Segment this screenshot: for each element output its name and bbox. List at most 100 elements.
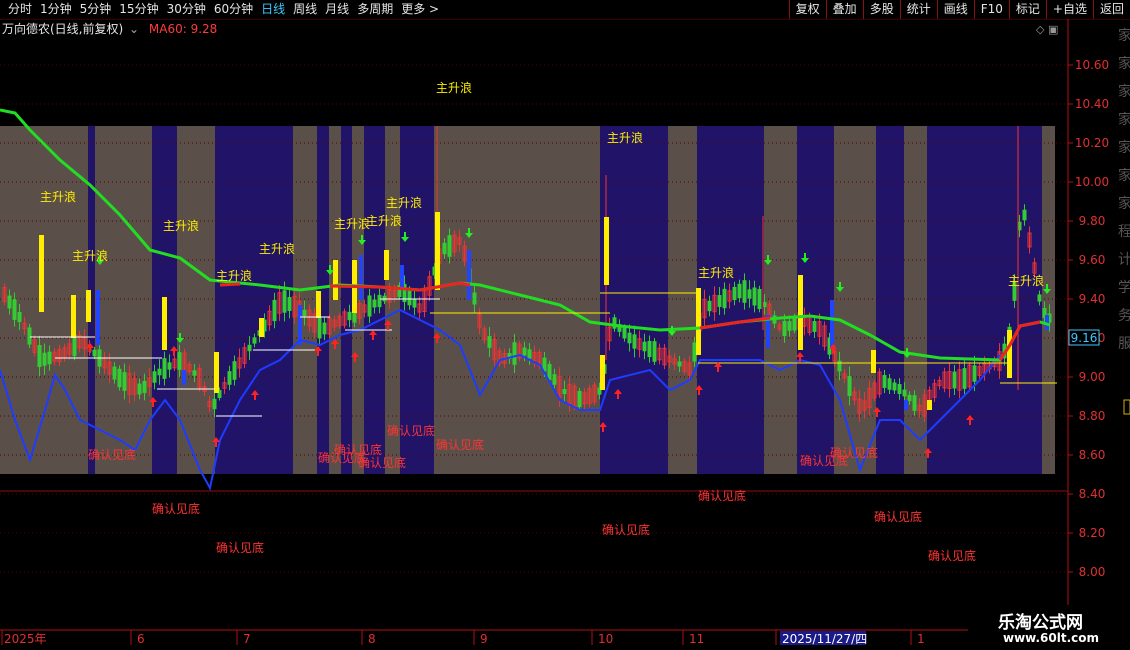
tab-period-1[interactable]: 1分钟 — [36, 1, 76, 19]
candle-body — [372, 299, 377, 308]
side-text-char: 家 — [1118, 111, 1130, 128]
candle-body — [192, 370, 197, 376]
tab-period-7[interactable]: 周线 — [289, 1, 321, 19]
candle-body — [717, 295, 722, 307]
candle-body — [897, 384, 902, 394]
wave-label: 主升浪 — [366, 213, 402, 228]
candle-body — [782, 320, 787, 337]
bottom-label: 确认见底 — [602, 522, 650, 537]
toolbar-button-0[interactable]: 复权 — [788, 0, 826, 19]
side-text-char: 家 — [1118, 55, 1130, 72]
bottom-label: 确认见底 — [698, 488, 746, 503]
date-label: 11 — [689, 632, 704, 646]
side-text-char: 学 — [1118, 280, 1130, 296]
toolbar-button-8[interactable]: 返回 — [1092, 0, 1130, 19]
blue-bar — [904, 400, 908, 410]
candle-body — [707, 300, 712, 312]
bottom-label: 确认见底 — [216, 540, 264, 555]
period-tabs: 分时 1分钟 5分钟 15分钟 30分钟 60分钟 日线 周线 月线 多周期 更多 > — [4, 1, 443, 19]
kline-chart[interactable]: 10.6010.4010.2010.009.809.609.409.209.00… — [0, 19, 1130, 650]
yellow-bar — [604, 217, 609, 285]
candle-body — [1037, 294, 1042, 302]
candle-body — [412, 298, 417, 308]
candle-body — [407, 290, 412, 306]
candle-body — [652, 341, 657, 362]
bottom-label: 确认见底 — [152, 501, 200, 516]
band-14 — [434, 126, 600, 474]
price-tick-label: 9.80 — [1079, 214, 1106, 228]
yellow-bar — [86, 290, 91, 322]
candle-body — [787, 321, 792, 331]
price-axis: 10.6010.4010.2010.009.809.609.409.209.00… — [1068, 58, 1109, 579]
yellow-bar — [927, 400, 932, 410]
candle-body — [847, 376, 852, 396]
candle-body — [747, 289, 752, 299]
date-label: 9 — [480, 632, 488, 646]
price-tick-label: 8.60 — [1079, 448, 1106, 462]
candle-body — [962, 368, 967, 389]
candle-body — [287, 297, 292, 311]
period-toolbar: 分时 1分钟 5分钟 15分钟 30分钟 60分钟 日线 周线 月线 多周期 更多 > 复权 叠加 多股… — [0, 0, 1130, 20]
candle-body — [907, 394, 912, 402]
wave-label: 主升浪 — [386, 195, 422, 210]
candle-body — [547, 363, 552, 381]
toolbar-button-4[interactable]: 画线 — [936, 0, 974, 19]
band-18 — [764, 126, 797, 474]
tab-period-3[interactable]: 15分钟 — [115, 1, 162, 19]
date-label: 1 — [917, 632, 925, 646]
date-label: 2025/11/27/四 — [782, 632, 867, 646]
candle-body — [892, 382, 897, 391]
candle-body — [302, 309, 307, 317]
side-text-char: 家 — [1118, 27, 1130, 44]
tab-period-6[interactable]: 日线 — [257, 1, 289, 19]
band-4 — [177, 126, 215, 474]
candle-body — [512, 342, 517, 365]
band-22 — [904, 126, 927, 474]
date-label: 10 — [598, 632, 613, 646]
candle-body — [562, 388, 567, 395]
blue-bar — [96, 290, 100, 345]
toolbar-button-7[interactable]: +自选 — [1045, 0, 1093, 19]
candle-body — [912, 395, 917, 411]
candle-body — [157, 368, 162, 376]
tab-period-2[interactable]: 5分钟 — [76, 1, 116, 19]
wave-label: 主升浪 — [334, 216, 370, 231]
candle-body — [677, 361, 682, 367]
band-23 — [927, 126, 1042, 474]
candle-body — [212, 398, 217, 410]
tab-period-9[interactable]: 多周期 — [353, 1, 397, 19]
candle-body — [252, 337, 257, 344]
toolbar-button-1[interactable]: 叠加 — [825, 0, 863, 19]
toolbar-button-3[interactable]: 统计 — [899, 0, 937, 19]
tab-period-5[interactable]: 60分钟 — [210, 1, 257, 19]
toolbar-button-5[interactable]: F10 — [973, 0, 1009, 19]
candle-body — [47, 351, 52, 365]
candle-body — [887, 378, 892, 390]
candle-body — [627, 332, 632, 344]
wave-label: 主升浪 — [40, 189, 76, 204]
candle-body — [37, 345, 42, 367]
candle-body — [282, 290, 287, 313]
yellow-bar — [333, 260, 338, 300]
wave-label: 主升浪 — [163, 218, 199, 233]
candle-body — [1022, 209, 1027, 221]
toolbar-button-6[interactable]: 标记 — [1008, 0, 1046, 19]
toolbar-button-2[interactable]: 多股 — [862, 0, 900, 19]
candle-body — [952, 371, 957, 389]
tab-period-4[interactable]: 30分钟 — [163, 1, 210, 19]
date-label: 6 — [137, 632, 145, 646]
candle-body — [162, 358, 167, 379]
candle-body — [742, 280, 747, 303]
yellow-bar — [162, 297, 167, 350]
tab-period-8[interactable]: 月线 — [321, 1, 353, 19]
yellow-bar — [435, 212, 440, 290]
candle-body — [527, 349, 532, 359]
band-9 — [341, 126, 352, 474]
tab-period-0[interactable]: 分时 — [4, 1, 36, 19]
logo-url: www.60lt.com — [1003, 631, 1100, 645]
price-tick-label: 9.00 — [1079, 370, 1106, 384]
tab-period-10[interactable]: 更多 > — [397, 1, 443, 19]
band-20 — [834, 126, 876, 474]
logo-title: 乐淘公式网 — [998, 613, 1083, 633]
wave-label: 主升浪 — [607, 130, 643, 145]
